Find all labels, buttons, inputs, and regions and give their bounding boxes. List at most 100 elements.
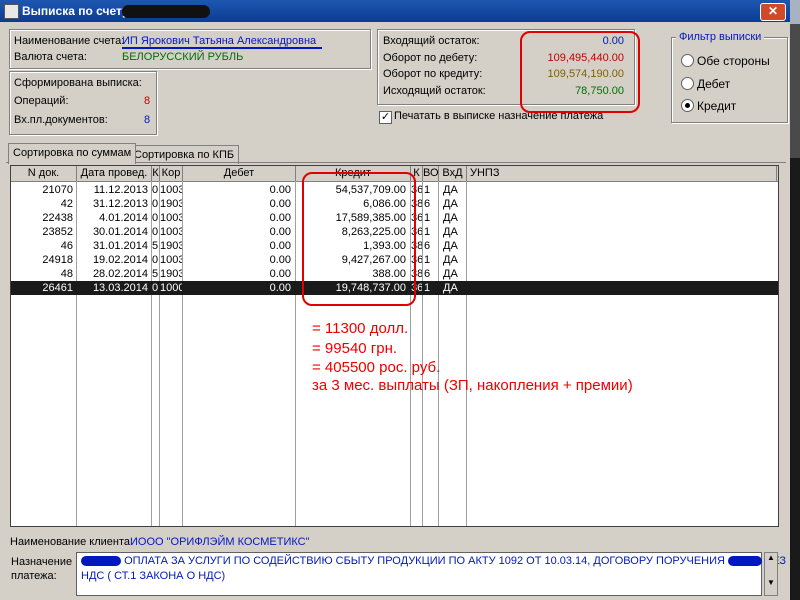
cell-vo: 6 <box>424 240 431 252</box>
cell-unpz <box>470 197 770 211</box>
cell-posting-date: 31.01.2014 <box>92 240 148 252</box>
purpose-text-box[interactable]: ОПЛАТА ЗА УСЛУГИ ПО СОДЕЙСТВИЮ СБЫТУ ПРО… <box>76 552 786 596</box>
cell-k: 0 <box>152 254 159 266</box>
cell-vo: 1 <box>424 184 431 196</box>
cell-unpz <box>470 281 770 295</box>
cell-vhd: ДА <box>443 212 458 224</box>
client-label: Наименование клиента: <box>10 536 134 548</box>
balance-highlight-circle <box>520 31 640 113</box>
filter-credit-label: Кредит <box>697 99 737 113</box>
cell-vhd: ДА <box>443 226 458 238</box>
currency-label: Валюта счета: <box>14 51 87 63</box>
col-debit[interactable]: Дебет <box>183 166 296 181</box>
cell-debit: 0.00 <box>269 240 291 252</box>
cell-vhd: ДА <box>443 198 458 210</box>
cell-cor: 1000 <box>160 282 182 294</box>
purpose-text-line1: ОПЛАТА ЗА УСЛУГИ ПО СОДЕЙСТВИЮ СБЫТУ ПРО… <box>124 555 725 567</box>
tab-sort-by-amount[interactable]: Сортировка по суммам <box>8 143 137 164</box>
cell-vhd: ДА <box>443 282 458 294</box>
cell-cor: 1903 <box>160 268 182 280</box>
cell-vo: 1 <box>424 254 431 266</box>
cell-debit: 0.00 <box>269 212 291 224</box>
col-vo[interactable]: ВО <box>423 166 439 181</box>
cell-k: 0 <box>152 282 159 294</box>
cell-doc-number: 23852 <box>42 226 73 238</box>
cell-cor: 1003 <box>160 184 182 196</box>
cell-cor: 1903 <box>160 240 182 252</box>
docs-label: Вх.пл.документов: <box>14 114 108 126</box>
currency-value: БЕЛОРУССКИЙ РУБЛЬ <box>122 51 244 63</box>
annotation-uah: = 99540 грн. <box>312 340 398 357</box>
debit-turnover-label: Оборот по дебету: <box>383 52 478 64</box>
cell-doc-number: 21070 <box>42 184 73 196</box>
tab-sort-by-amount-label: Сортировка по суммам <box>13 147 132 159</box>
opening-balance-label: Входящий остаток: <box>383 35 480 47</box>
account-name-value: ИП Ярокович Татьяна Александровна <box>122 35 323 49</box>
cell-debit: 0.00 <box>269 254 291 266</box>
cell-vo: 1 <box>424 212 431 224</box>
filter-both-label: Обе стороны <box>697 54 770 68</box>
filter-debit-label: Дебет <box>697 77 731 91</box>
window-title: Выписка по счету <box>22 4 129 18</box>
col-doc-number[interactable]: N док. <box>11 166 77 181</box>
redaction-mark <box>728 556 763 567</box>
purpose-line-1: ОПЛАТА ЗА УСЛУГИ ПО СОДЕЙСТВИЮ СБЫТУ ПРО… <box>81 554 786 569</box>
cell-cor: 1003 <box>160 212 182 224</box>
cell-k: 5 <box>152 268 159 280</box>
col-cor[interactable]: Кор <box>160 166 183 181</box>
cell-debit: 0.00 <box>269 184 291 196</box>
col-vhd[interactable]: ВхД <box>439 166 467 181</box>
cell-vo: 6 <box>424 268 431 280</box>
col-k[interactable]: К <box>152 166 160 181</box>
cell-unpz <box>470 253 770 267</box>
cell-debit: 0.00 <box>269 268 291 280</box>
annotation-usd: = 11300 долл. <box>312 320 409 337</box>
annotation-rub: = 405500 рос. руб. <box>312 359 441 376</box>
operations-count: 8 <box>144 95 151 107</box>
annotation-note: за 3 мес. выплаты (ЗП, накопления + прем… <box>312 377 633 394</box>
background-window-strip <box>790 158 800 600</box>
docs-count: 8 <box>144 114 151 126</box>
cell-doc-number: 24918 <box>42 254 73 266</box>
cell-unpz <box>470 183 770 197</box>
purpose-scrollbar[interactable]: ▲ ▼ <box>764 552 778 596</box>
filter-both-radio[interactable] <box>681 54 694 67</box>
account-name-label: Наименование счета: <box>14 35 125 47</box>
cell-unpz <box>470 225 770 239</box>
credit-turnover-label: Оборот по кредиту: <box>383 68 483 80</box>
cell-debit: 0.00 <box>269 226 291 238</box>
cell-vo: 1 <box>424 282 431 294</box>
cell-posting-date: 11.12.2013 <box>93 184 148 196</box>
print-purpose-label: Печатать в выписке назначение платежа <box>394 110 604 122</box>
cell-doc-number: 26461 <box>42 282 73 294</box>
cell-cor: 1003 <box>160 226 182 238</box>
cell-unpz <box>470 211 770 225</box>
title-bar[interactable]: Выписка по счету ✕ <box>0 0 790 22</box>
close-button[interactable]: ✕ <box>760 3 786 21</box>
scroll-down-icon[interactable]: ▼ <box>765 578 777 587</box>
cell-doc-number: 48 <box>60 268 73 280</box>
cell-doc-number: 46 <box>60 240 73 252</box>
app-icon <box>4 4 19 19</box>
closing-balance-label: Исходящий остаток: <box>383 85 486 97</box>
cell-debit: 0.00 <box>269 198 291 210</box>
background-window-strip <box>790 0 800 24</box>
cell-posting-date: 13.03.2014 <box>92 282 148 294</box>
col-posting-date[interactable]: Дата провед. <box>77 166 152 181</box>
cell-k: 0 <box>152 198 159 210</box>
filter-credit-radio[interactable] <box>681 99 694 112</box>
print-purpose-checkbox[interactable]: ✓ <box>379 111 392 124</box>
col-unpz[interactable]: УНПЗ <box>467 166 777 181</box>
scroll-up-icon[interactable]: ▲ <box>765 553 777 562</box>
cell-doc-number: 22438 <box>42 212 73 224</box>
filter-debit-radio[interactable] <box>681 77 694 90</box>
cell-unpz <box>470 239 770 253</box>
cell-k: 0 <box>152 184 159 196</box>
cell-vhd: ДА <box>443 268 458 280</box>
redaction-mark <box>81 556 121 567</box>
filter-title: Фильтр выписки <box>676 31 765 43</box>
cell-k: 0 <box>152 212 159 224</box>
cell-k: 5 <box>152 240 159 252</box>
cell-debit: 0.00 <box>269 282 291 294</box>
tab-sort-by-kpb-label: Сортировка по КПБ <box>134 149 235 161</box>
